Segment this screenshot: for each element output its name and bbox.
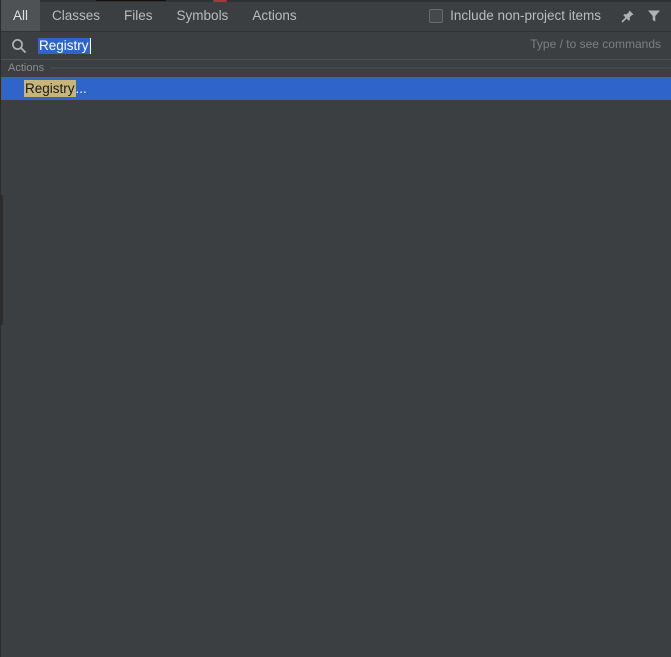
search-icon	[1, 38, 37, 54]
search-everywhere-popup: All Classes Files Symbols Actions Includ…	[0, 0, 671, 657]
search-hint: Type / to see commands	[530, 37, 661, 51]
tab-symbols[interactable]: Symbols	[165, 0, 241, 31]
tab-actions[interactable]: Actions	[240, 0, 308, 31]
include-non-project-option[interactable]: Include non-project items	[429, 0, 615, 31]
search-row: Registry Type / to see commands	[1, 32, 671, 60]
group-header-actions: Actions	[1, 60, 671, 76]
tab-bar: All Classes Files Symbols Actions Includ…	[1, 0, 671, 32]
pin-icon[interactable]	[615, 0, 641, 31]
include-non-project-checkbox[interactable]	[429, 8, 444, 23]
result-item-registry[interactable]: Registry ...	[1, 77, 671, 100]
tab-files[interactable]: Files	[112, 0, 165, 31]
filter-icon[interactable]	[641, 0, 667, 31]
tab-all[interactable]: All	[1, 0, 41, 31]
result-rest-text: ...	[75, 81, 87, 96]
group-divider	[50, 67, 671, 69]
result-match-text: Registry	[24, 80, 76, 97]
tab-classes[interactable]: Classes	[40, 0, 112, 31]
left-edge-shadow	[1, 195, 3, 325]
group-label: Actions	[8, 62, 45, 74]
search-input[interactable]: Registry	[38, 37, 91, 54]
include-non-project-label: Include non-project items	[450, 8, 601, 23]
